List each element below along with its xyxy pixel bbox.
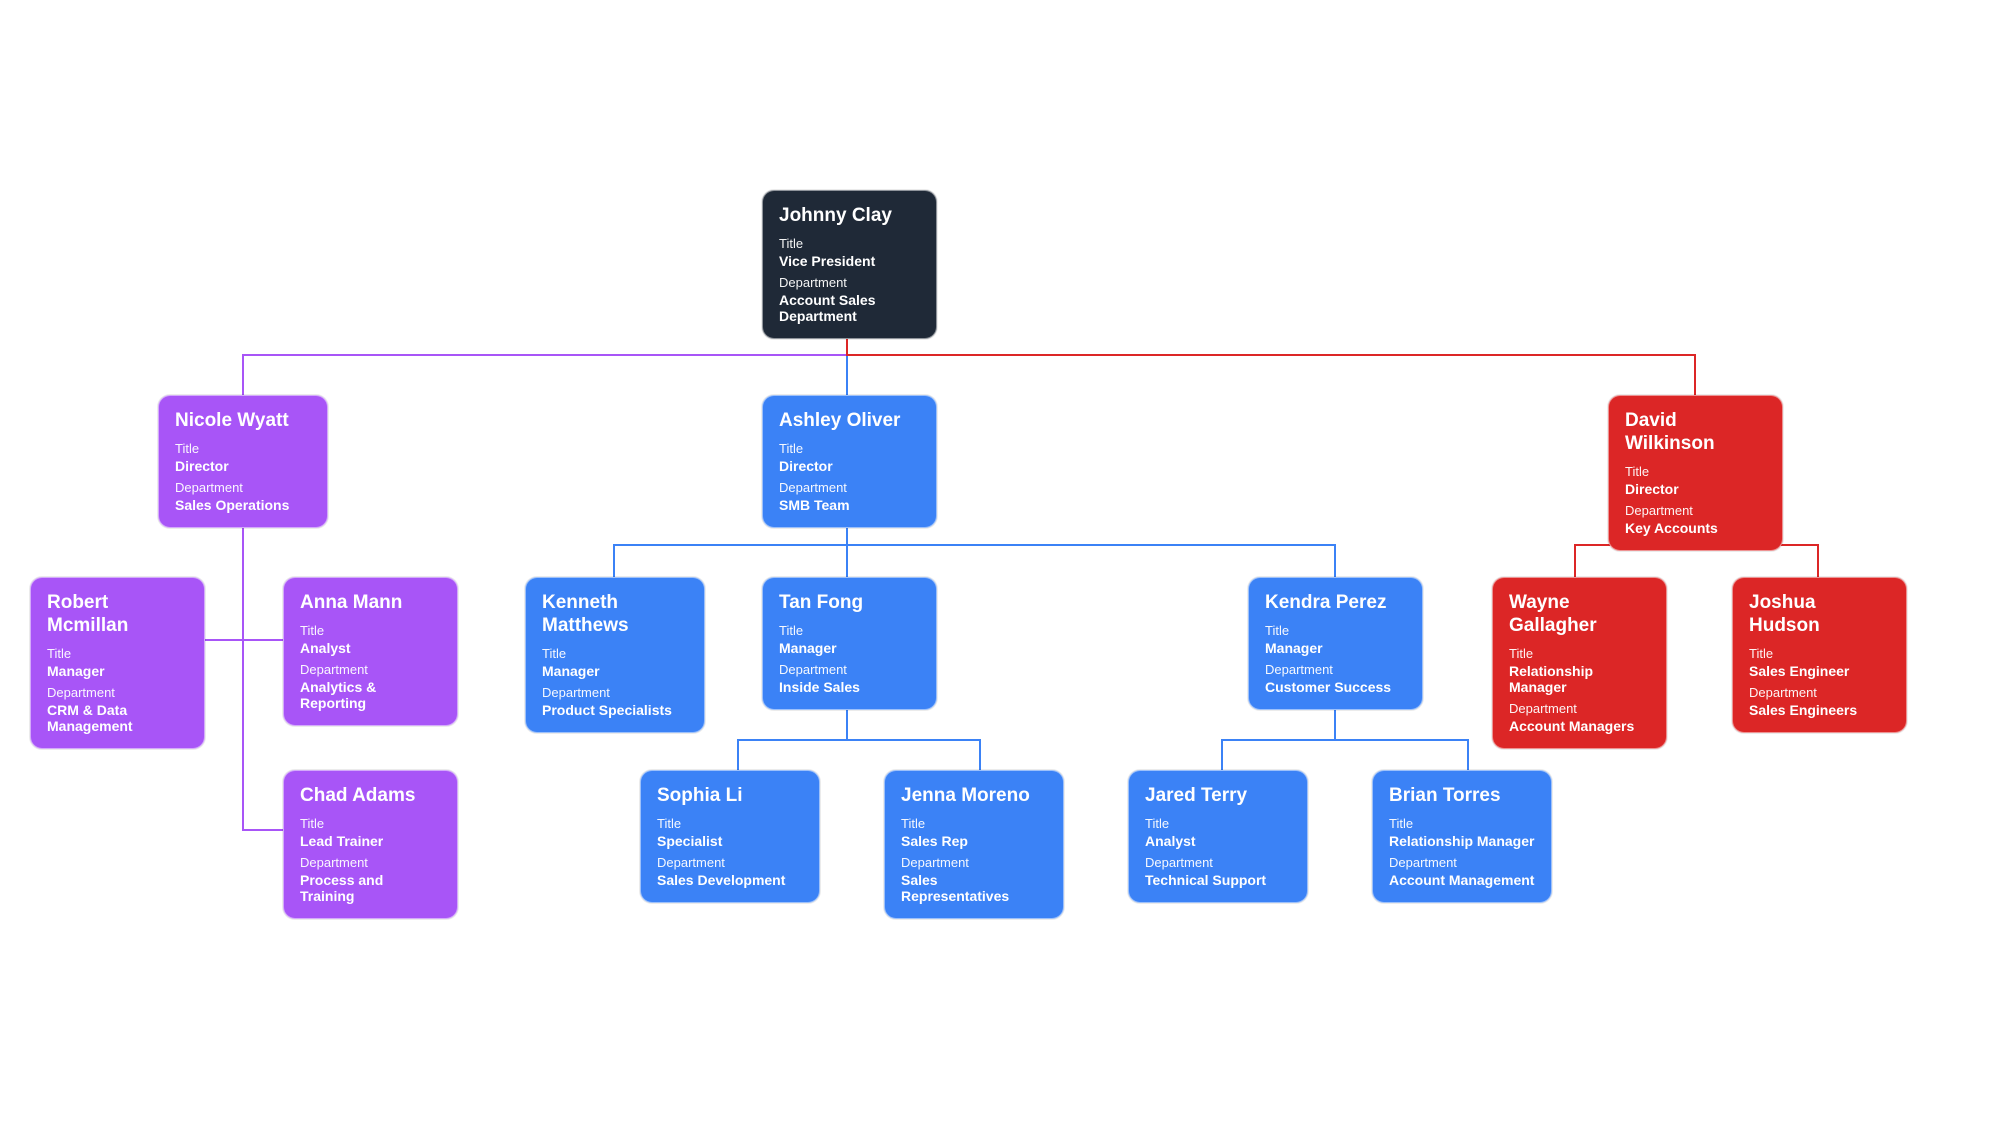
title-label: Title (1749, 646, 1890, 661)
department-value: CRM & Data Management (47, 702, 188, 734)
department-value: Account Sales Department (779, 292, 920, 324)
org-node-nicole-wyatt[interactable]: Nicole Wyatt Title Director Department S… (158, 395, 328, 528)
title-label: Title (1509, 646, 1650, 661)
department-label: Department (542, 685, 688, 700)
department-label: Department (779, 275, 920, 290)
person-name: Jenna Moreno (901, 785, 1047, 808)
person-name: Sophia Li (657, 785, 803, 808)
title-value: Relationship Manager (1509, 663, 1650, 695)
title-value: Manager (779, 640, 920, 656)
org-node-chad-adams[interactable]: Chad Adams Title Lead Trainer Department… (283, 770, 458, 919)
connector-lines (0, 0, 2000, 1125)
department-label: Department (1625, 503, 1766, 518)
title-value: Director (1625, 481, 1766, 497)
title-label: Title (779, 623, 920, 638)
org-node-wayne-gallagher[interactable]: Wayne Gallagher Title Relationship Manag… (1492, 577, 1667, 749)
person-name: Kendra Perez (1265, 592, 1406, 615)
title-label: Title (657, 816, 803, 831)
department-label: Department (657, 855, 803, 870)
department-value: Product Specialists (542, 702, 688, 718)
person-name: Tan Fong (779, 592, 920, 615)
title-label: Title (300, 623, 441, 638)
title-label: Title (542, 646, 688, 661)
department-label: Department (47, 685, 188, 700)
title-value: Sales Engineer (1749, 663, 1890, 679)
org-node-sophia-li[interactable]: Sophia Li Title Specialist Department Sa… (640, 770, 820, 903)
title-value: Analyst (300, 640, 441, 656)
org-node-kendra-perez[interactable]: Kendra Perez Title Manager Department Cu… (1248, 577, 1423, 710)
title-label: Title (1389, 816, 1535, 831)
title-value: Manager (47, 663, 188, 679)
department-value: Inside Sales (779, 679, 920, 695)
department-label: Department (779, 480, 920, 495)
org-node-joshua-hudson[interactable]: Joshua Hudson Title Sales Engineer Depar… (1732, 577, 1907, 733)
title-label: Title (47, 646, 188, 661)
org-node-ashley-oliver[interactable]: Ashley Oliver Title Director Department … (762, 395, 937, 528)
department-label: Department (175, 480, 311, 495)
title-label: Title (1145, 816, 1291, 831)
department-value: Sales Operations (175, 497, 311, 513)
department-value: Sales Development (657, 872, 803, 888)
org-node-brian-torres[interactable]: Brian Torres Title Relationship Manager … (1372, 770, 1552, 903)
department-value: Account Management (1389, 872, 1535, 888)
department-value: SMB Team (779, 497, 920, 513)
title-value: Analyst (1145, 833, 1291, 849)
title-value: Director (779, 458, 920, 474)
title-label: Title (175, 441, 311, 456)
person-name: Jared Terry (1145, 785, 1291, 808)
department-label: Department (1389, 855, 1535, 870)
department-value: Process and Training (300, 872, 441, 904)
person-name: Johnny Clay (779, 205, 920, 228)
org-node-jenna-moreno[interactable]: Jenna Moreno Title Sales Rep Department … (884, 770, 1064, 919)
title-value: Manager (1265, 640, 1406, 656)
department-label: Department (1509, 701, 1650, 716)
org-node-tan-fong[interactable]: Tan Fong Title Manager Department Inside… (762, 577, 937, 710)
department-label: Department (1145, 855, 1291, 870)
department-value: Customer Success (1265, 679, 1406, 695)
person-name: Robert Mcmillan (47, 592, 188, 638)
person-name: Anna Mann (300, 592, 441, 615)
person-name: Ashley Oliver (779, 410, 920, 433)
department-value: Analytics & Reporting (300, 679, 441, 711)
title-label: Title (779, 441, 920, 456)
title-value: Director (175, 458, 311, 474)
person-name: Joshua Hudson (1749, 592, 1890, 638)
title-value: Manager (542, 663, 688, 679)
department-label: Department (1265, 662, 1406, 677)
title-value: Sales Rep (901, 833, 1047, 849)
person-name: Kenneth Matthews (542, 592, 688, 638)
department-label: Department (300, 662, 441, 677)
department-value: Technical Support (1145, 872, 1291, 888)
person-name: Chad Adams (300, 785, 441, 808)
department-value: Key Accounts (1625, 520, 1766, 536)
title-label: Title (1265, 623, 1406, 638)
department-label: Department (901, 855, 1047, 870)
title-value: Relationship Manager (1389, 833, 1535, 849)
org-node-kenneth-matthews[interactable]: Kenneth Matthews Title Manager Departmen… (525, 577, 705, 733)
department-value: Sales Representatives (901, 872, 1047, 904)
department-value: Account Managers (1509, 718, 1650, 734)
title-value: Specialist (657, 833, 803, 849)
person-name: David Wilkinson (1625, 410, 1766, 456)
org-node-johnny-clay[interactable]: Johnny Clay Title Vice President Departm… (762, 190, 937, 339)
department-label: Department (1749, 685, 1890, 700)
department-label: Department (779, 662, 920, 677)
org-node-david-wilkinson[interactable]: David Wilkinson Title Director Departmen… (1608, 395, 1783, 551)
title-label: Title (901, 816, 1047, 831)
title-value: Vice President (779, 253, 920, 269)
person-name: Wayne Gallagher (1509, 592, 1650, 638)
person-name: Brian Torres (1389, 785, 1535, 808)
title-value: Lead Trainer (300, 833, 441, 849)
org-node-anna-mann[interactable]: Anna Mann Title Analyst Department Analy… (283, 577, 458, 726)
org-node-robert-mcmillan[interactable]: Robert Mcmillan Title Manager Department… (30, 577, 205, 749)
department-label: Department (300, 855, 441, 870)
org-node-jared-terry[interactable]: Jared Terry Title Analyst Department Tec… (1128, 770, 1308, 903)
title-label: Title (779, 236, 920, 251)
department-value: Sales Engineers (1749, 702, 1890, 718)
title-label: Title (1625, 464, 1766, 479)
title-label: Title (300, 816, 441, 831)
person-name: Nicole Wyatt (175, 410, 311, 433)
